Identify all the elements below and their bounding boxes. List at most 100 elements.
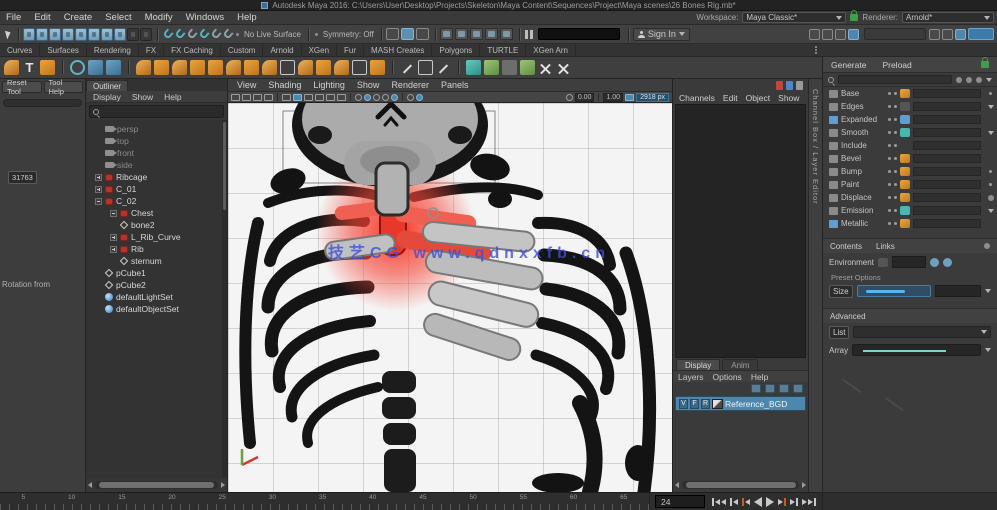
snap-grid-magnet-icon[interactable] <box>162 28 173 39</box>
outliner-vscrollbar[interactable] <box>222 120 227 478</box>
shelf-icon[interactable] <box>502 60 517 75</box>
gear-icon[interactable] <box>988 195 994 201</box>
time-slider[interactable]: 5101520253035404550556065 <box>0 493 650 510</box>
shelf-tab-arnold[interactable]: Arnold <box>263 44 301 56</box>
section-header-contents[interactable]: Contents <box>830 242 862 251</box>
field-chart-icon[interactable] <box>337 94 346 101</box>
expand-icon[interactable] <box>110 246 117 253</box>
outliner-menu-help[interactable]: Help <box>164 92 181 102</box>
xray-icon[interactable] <box>416 94 423 101</box>
attr-row-metallic[interactable]: Metallic <box>823 217 997 230</box>
menu-file[interactable]: File <box>6 12 21 23</box>
outliner-search-input[interactable] <box>89 105 224 118</box>
shelf-tab-turtle[interactable]: TURTLE <box>480 44 526 56</box>
shelf-icon[interactable] <box>370 60 385 75</box>
history-icon[interactable] <box>943 258 952 267</box>
textured-icon[interactable] <box>373 94 380 101</box>
attr-field[interactable] <box>913 128 981 137</box>
sidebar-tool-settings-button-2[interactable] <box>942 29 953 40</box>
viewport-menu-show[interactable]: Show <box>357 80 380 90</box>
attr-row-expanded[interactable]: Expanded <box>823 113 997 126</box>
render-view-button[interactable] <box>440 28 453 40</box>
section-header-advanced[interactable]: Advanced <box>830 312 866 321</box>
chevron-down-icon[interactable] <box>985 289 991 293</box>
outliner-menu-display[interactable]: Display <box>93 92 121 102</box>
lock-icon[interactable] <box>850 14 858 21</box>
sidebar-attr-editor-button[interactable] <box>809 29 820 40</box>
filter-input[interactable] <box>838 75 952 84</box>
exposure-field[interactable]: 0.00 <box>575 93 595 102</box>
cb-menu-edit[interactable]: Edit <box>723 93 738 103</box>
menu-modify[interactable]: Modify <box>145 12 173 23</box>
move-layer-down-icon[interactable] <box>765 384 775 393</box>
go-to-end-button[interactable] <box>802 498 816 506</box>
scroll-right-icon[interactable] <box>802 482 806 488</box>
outliner-item-chest[interactable]: Chest <box>86 207 227 219</box>
lights-icon[interactable] <box>382 94 389 101</box>
sidebar-channel-box-button-2[interactable] <box>955 29 966 40</box>
panel-header-left[interactable]: Generate <box>831 60 866 70</box>
panel-header-right[interactable]: Preload <box>882 60 911 70</box>
outliner-item-top[interactable]: top <box>86 135 227 147</box>
shelf-tab-fx[interactable]: FX <box>139 44 164 56</box>
collapse-icon[interactable] <box>110 210 117 217</box>
attr-row-edges[interactable]: Edges <box>823 100 997 113</box>
render-current-frame-button[interactable] <box>455 28 468 40</box>
construction-history-button[interactable] <box>386 28 399 40</box>
attr-row-smooth[interactable]: Smooth <box>823 126 997 139</box>
poly-disc-icon[interactable] <box>244 60 259 75</box>
cb-menu-show[interactable]: Show <box>778 93 799 103</box>
menu-windows[interactable]: Windows <box>186 12 225 23</box>
refresh-icon[interactable] <box>930 258 939 267</box>
cb-menu-object[interactable]: Object <box>746 93 771 103</box>
shelf-icon[interactable] <box>484 60 499 75</box>
poly-torus-icon[interactable] <box>208 60 223 75</box>
reset-tool-button[interactable]: Reset Tool <box>2 81 42 93</box>
ipr-render-button[interactable] <box>470 28 483 40</box>
layer-playback-toggle[interactable]: F <box>690 399 699 409</box>
outliner-item-front[interactable]: front <box>86 147 227 159</box>
type-tool-icon[interactable]: T <box>22 60 37 75</box>
outliner-item-defaultlightset[interactable]: defaultLightSet <box>86 291 227 303</box>
swatch-icon[interactable] <box>900 115 910 124</box>
scroll-left-icon[interactable] <box>88 482 92 488</box>
size-value-field[interactable] <box>935 285 981 297</box>
chevron-down-icon[interactable] <box>985 348 991 352</box>
shelf-icon[interactable] <box>106 60 121 75</box>
shelf-icon[interactable] <box>280 60 295 75</box>
current-frame-field[interactable]: 24 <box>655 495 705 508</box>
swatch-icon[interactable] <box>900 180 910 189</box>
resolution-gate-icon[interactable] <box>315 94 324 101</box>
layer-reference-toggle[interactable]: R <box>701 399 710 409</box>
gamma-field[interactable]: 1.00 <box>603 93 623 102</box>
outliner-menu-show[interactable]: Show <box>132 92 153 102</box>
pencil-tool-icon[interactable] <box>436 60 451 75</box>
open-scene-button[interactable] <box>401 28 414 40</box>
section-header-links[interactable]: Links <box>876 242 895 251</box>
swatch-icon[interactable] <box>900 193 910 202</box>
outliner-item-c02[interactable]: C_02 <box>86 195 227 207</box>
poly-cylinder-icon[interactable] <box>172 60 187 75</box>
key-tool-icon[interactable] <box>796 81 803 90</box>
shelf-icon[interactable] <box>418 60 433 75</box>
shelf-tab-xgen[interactable]: XGen <box>302 44 337 56</box>
mask-hulls-button[interactable] <box>101 28 113 41</box>
mask-faces-button[interactable] <box>88 28 100 41</box>
shelf-tab-custom[interactable]: Custom <box>221 44 264 56</box>
delete-icon[interactable] <box>556 60 571 75</box>
sidebar-modeling-toolkit-button[interactable] <box>848 29 859 40</box>
scroll-left-icon[interactable] <box>675 482 679 488</box>
outliner-item-defaultobjectset[interactable]: defaultObjectSet <box>86 303 227 315</box>
attr-row-base[interactable]: Base <box>823 87 997 100</box>
viewport-menu-view[interactable]: View <box>237 80 256 90</box>
expand-icon[interactable] <box>95 174 102 181</box>
snap-view-magnet-icon[interactable] <box>210 28 221 39</box>
outliner-item-sternum[interactable]: sternum <box>86 255 227 267</box>
shelf-icon[interactable] <box>334 60 349 75</box>
pause-icon[interactable] <box>530 30 533 39</box>
shelf-tab-rendering[interactable]: Rendering <box>87 44 139 56</box>
shelf-icon[interactable] <box>466 60 481 75</box>
poly-sphere-icon[interactable] <box>136 60 151 75</box>
shaded-icon[interactable] <box>364 94 371 101</box>
display-layer-row[interactable]: V F R Reference_BGD <box>675 396 806 411</box>
